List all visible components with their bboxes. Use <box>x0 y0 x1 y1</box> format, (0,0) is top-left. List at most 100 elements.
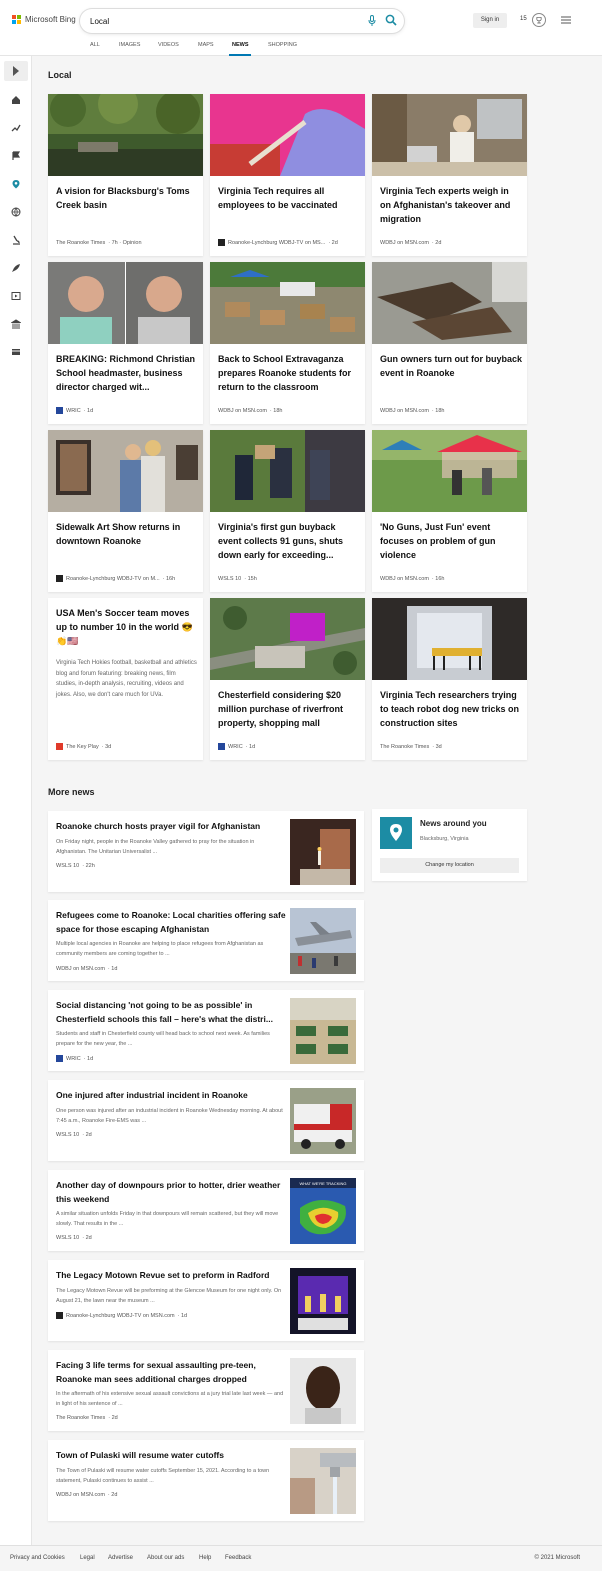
credit-card-icon[interactable] <box>11 347 21 357</box>
home-icon[interactable] <box>11 95 21 105</box>
news-card[interactable]: Virginia's first gun buyback event colle… <box>210 430 365 592</box>
news-meta: WRIC · 1d <box>56 1055 93 1062</box>
card-title[interactable]: Back to School Extravaganza prepares Roa… <box>218 352 360 394</box>
news-item[interactable]: Social distancing 'not going to be as po… <box>48 990 364 1071</box>
sign-in-button[interactable]: Sign in <box>473 13 507 28</box>
tab-all[interactable]: ALL <box>90 42 100 48</box>
footer-link-help[interactable]: Help <box>199 1555 211 1561</box>
news-item[interactable]: Facing 3 life terms for sexual assaultin… <box>48 1350 364 1431</box>
card-title[interactable]: Sidewalk Art Show returns in downtown Ro… <box>56 520 198 548</box>
card-source[interactable]: WRIC <box>228 744 243 750</box>
news-card[interactable]: Virginia Tech researchers trying to teac… <box>372 598 527 760</box>
news-title[interactable]: Roanoke church hosts prayer vigil for Af… <box>56 820 286 834</box>
news-source[interactable]: WDBJ on MSN.com <box>56 966 105 972</box>
news-card[interactable]: USA Men's Soccer team moves up to number… <box>48 598 203 760</box>
news-source[interactable]: WSLS 10 <box>56 863 79 869</box>
card-title[interactable]: Virginia Tech researchers trying to teac… <box>380 688 522 730</box>
expand-rail-button[interactable] <box>4 61 28 81</box>
news-title[interactable]: Social distancing 'not going to be as po… <box>56 999 286 1026</box>
news-item[interactable]: Another day of downpours prior to hotter… <box>48 1170 364 1251</box>
location-pin-icon[interactable] <box>11 179 21 189</box>
news-item[interactable]: Roanoke church hosts prayer vigil for Af… <box>48 811 364 892</box>
search-icon[interactable] <box>385 14 397 26</box>
card-source[interactable]: Roanoke-Lynchburg WDBJ-TV on MS... <box>228 240 325 246</box>
change-location-button[interactable]: Change my location <box>380 858 519 873</box>
footer-link-advertise[interactable]: Advertise <box>108 1555 133 1561</box>
menu-icon[interactable] <box>561 16 571 24</box>
rewards-count[interactable]: 15 <box>520 16 527 22</box>
footer-link-feedback[interactable]: Feedback <box>225 1555 251 1561</box>
news-time: · 2d <box>82 1132 92 1138</box>
card-source[interactable]: WRIC <box>66 408 81 414</box>
card-title[interactable]: Chesterfield considering $20 million pur… <box>218 688 360 730</box>
news-source[interactable]: The Roanoke Times <box>56 1415 105 1421</box>
news-item[interactable]: Town of Pulaski will resume water cutoff… <box>48 1440 364 1521</box>
bank-icon[interactable] <box>11 319 21 329</box>
news-card[interactable]: 'No Guns, Just Fun' event focuses on pro… <box>372 430 527 592</box>
footer-link-privacy[interactable]: Privacy and Cookies <box>10 1555 65 1561</box>
news-item[interactable]: Refugees come to Roanoke: Local charitie… <box>48 900 364 981</box>
flag-icon[interactable] <box>11 151 21 161</box>
news-card[interactable]: Virginia Tech requires all employees to … <box>210 94 365 256</box>
card-source[interactable]: WSLS 10 <box>218 576 241 582</box>
news-title[interactable]: Town of Pulaski will resume water cutoff… <box>56 1449 286 1463</box>
card-title[interactable]: BREAKING: Richmond Christian School head… <box>56 352 198 394</box>
card-title[interactable]: Gun owners turn out for buyback event in… <box>380 352 522 380</box>
card-title[interactable]: 'No Guns, Just Fun' event focuses on pro… <box>380 520 522 562</box>
video-icon[interactable] <box>11 291 21 301</box>
news-card[interactable]: BREAKING: Richmond Christian School head… <box>48 262 203 424</box>
card-time: · 1d <box>245 743 256 750</box>
rocket-icon[interactable] <box>11 263 21 273</box>
news-title[interactable]: One injured after industrial incident in… <box>56 1089 286 1103</box>
tab-news[interactable]: NEWS <box>232 42 249 48</box>
card-title[interactable]: USA Men's Soccer team moves up to number… <box>56 606 198 648</box>
news-card[interactable]: Chesterfield considering $20 million pur… <box>210 598 365 760</box>
card-title[interactable]: Virginia's first gun buyback event colle… <box>218 520 360 562</box>
card-source[interactable]: WDBJ on MSN.com <box>380 408 429 414</box>
news-card[interactable]: Virginia Tech experts weigh in on Afghan… <box>372 94 527 256</box>
tab-videos[interactable]: VIDEOS <box>158 42 179 48</box>
news-card[interactable]: Gun owners turn out for buyback event in… <box>372 262 527 424</box>
news-source[interactable]: Roanoke-Lynchburg WDBJ-TV on MSN.com <box>66 1313 175 1319</box>
footer-link-legal[interactable]: Legal <box>80 1555 95 1561</box>
card-source[interactable]: The Roanoke Times <box>380 744 429 750</box>
news-title[interactable]: Another day of downpours prior to hotter… <box>56 1179 286 1206</box>
tab-shopping[interactable]: SHOPPING <box>268 42 297 48</box>
bing-logo[interactable]: Microsoft Bing <box>12 15 76 24</box>
tab-maps[interactable]: MAPS <box>198 42 214 48</box>
card-image <box>210 598 365 680</box>
news-time: · 1d <box>107 966 118 972</box>
news-source[interactable]: WRIC <box>66 1056 81 1062</box>
card-source[interactable]: WDBJ on MSN.com <box>380 576 429 582</box>
card-title[interactable]: Virginia Tech experts weigh in on Afghan… <box>380 184 522 226</box>
card-source[interactable]: The Key Play <box>66 744 99 750</box>
tab-images[interactable]: IMAGES <box>119 42 140 48</box>
news-source[interactable]: WSLS 10 <box>56 1235 79 1241</box>
card-title[interactable]: A vision for Blacksburg's Toms Creek bas… <box>56 184 198 212</box>
news-source[interactable]: WDBJ on MSN.com <box>56 1492 105 1498</box>
news-time: · 2d <box>82 1235 92 1241</box>
news-source[interactable]: WSLS 10 <box>56 1132 79 1138</box>
news-card[interactable]: Back to School Extravaganza prepares Roa… <box>210 262 365 424</box>
news-card[interactable]: Sidewalk Art Show returns in downtown Ro… <box>48 430 203 592</box>
source-logo-icon <box>56 1055 63 1062</box>
search-input[interactable] <box>90 13 360 29</box>
microphone-icon[interactable] <box>368 15 376 27</box>
card-source[interactable]: WDBJ on MSN.com <box>380 240 429 246</box>
microscope-icon[interactable] <box>11 235 21 245</box>
news-title[interactable]: Facing 3 life terms for sexual assaultin… <box>56 1359 286 1386</box>
news-item[interactable]: One injured after industrial incident in… <box>48 1080 364 1161</box>
card-source[interactable]: WDBJ on MSN.com <box>218 408 267 414</box>
card-title[interactable]: Virginia Tech requires all employees to … <box>218 184 360 212</box>
trending-icon[interactable] <box>11 123 21 133</box>
card-source[interactable]: The Roanoke Times <box>56 240 105 246</box>
news-item[interactable]: The Legacy Motown Revue set to preform i… <box>48 1260 364 1341</box>
card-time: · 2d <box>328 239 338 246</box>
news-card[interactable]: A vision for Blacksburg's Toms Creek bas… <box>48 94 203 256</box>
rewards-trophy-icon[interactable] <box>532 13 546 27</box>
card-source[interactable]: Roanoke-Lynchburg WDBJ-TV on M... <box>66 576 160 582</box>
globe-icon[interactable] <box>11 207 21 217</box>
news-title[interactable]: Refugees come to Roanoke: Local charitie… <box>56 909 286 936</box>
footer-link-about-ads[interactable]: About our ads <box>147 1555 184 1561</box>
news-title[interactable]: The Legacy Motown Revue set to preform i… <box>56 1269 286 1283</box>
